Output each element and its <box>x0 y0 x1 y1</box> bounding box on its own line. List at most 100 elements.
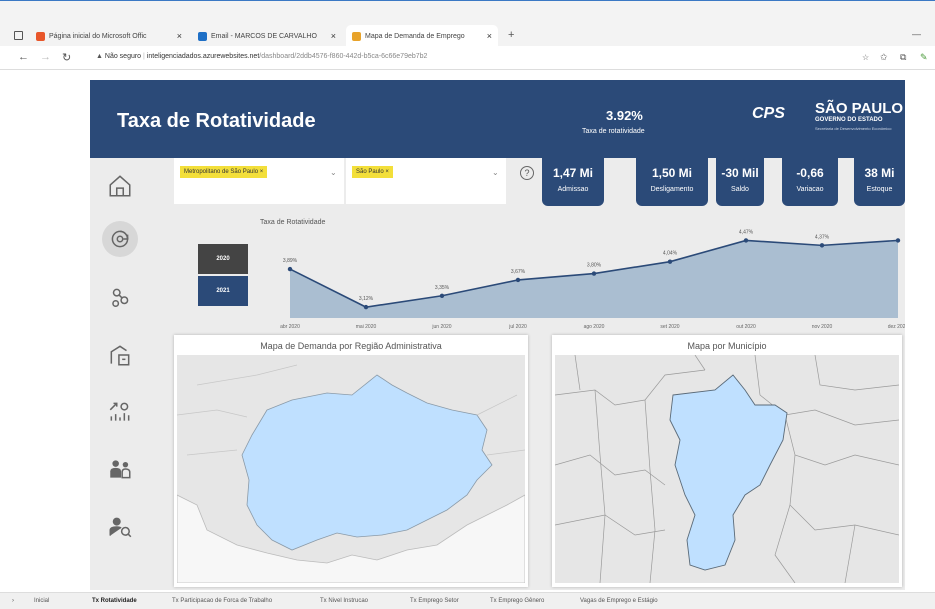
chart-tick-label: jun 2020 <box>431 324 451 330</box>
chart-data-label: 4,47% <box>739 229 754 235</box>
page-tab[interactable]: Tx Participacao de Forca de Trabalho <box>172 598 272 604</box>
close-tab-icon[interactable]: × <box>487 31 492 41</box>
map-title: Mapa de Demanda por Região Administrativ… <box>260 341 442 351</box>
refresh-icon[interactable]: ↻ <box>62 51 71 64</box>
chart-data-label: 4,04% <box>663 251 678 257</box>
report-canvas: Taxa de Rotatividade 3.92% Taxa de rotat… <box>90 80 905 590</box>
browser-tab-strip: Página inicial do Microsoft Offic × Emai… <box>0 0 935 47</box>
close-tab-icon[interactable]: × <box>331 31 336 41</box>
chart-tick-label: mai 2020 <box>356 324 377 330</box>
kpi-label: Estoque <box>866 186 893 193</box>
year-button-2021[interactable]: 2021 <box>198 276 248 306</box>
region-filter[interactable]: Metropolitano de São Paulo × ⌄ <box>174 158 344 204</box>
chart-data-label: 3,67% <box>511 269 526 275</box>
chart-point[interactable] <box>667 259 673 264</box>
chart-tick-label: set 2020 <box>660 324 679 330</box>
headline-label: Taxa de rotatividade <box>582 128 645 135</box>
security-label: Não seguro <box>104 53 142 60</box>
home-icon[interactable] <box>106 172 134 200</box>
chart-point[interactable] <box>287 266 293 272</box>
map-card-region: Mapa de Demanda por Região Administrativ… <box>174 335 528 587</box>
close-tab-icon[interactable]: × <box>177 31 182 41</box>
kpi-value: 1,47 Mi <box>552 166 594 180</box>
chart-point[interactable] <box>439 293 445 298</box>
chart-tick-label: dez 2020 <box>888 324 905 330</box>
gender-icon[interactable] <box>106 455 134 483</box>
kpi-variacao: -0,66 Variacao <box>782 158 838 206</box>
governo-logo-text: GOVERNO DO ESTADO <box>815 117 883 123</box>
chart-point[interactable] <box>819 243 825 248</box>
page-tab[interactable]: Tx Nivel Instrucao <box>320 598 368 604</box>
headline-value: 3.92% <box>606 108 643 123</box>
report-page-tabs: › Inicial Tx Rotatividade Tx Participaca… <box>0 592 935 609</box>
browser-tab-active[interactable]: Mapa de Demanda de Emprego × <box>346 25 498 47</box>
chart-tick-label: jul 2020 <box>508 324 527 330</box>
turnover-icon[interactable] <box>102 221 138 257</box>
browser-tab-label: Página inicial do Microsoft Offic <box>49 32 147 40</box>
kpi-estoque: 38 Mi Estoque <box>854 158 905 206</box>
chart-point[interactable] <box>515 277 521 283</box>
collections-icon[interactable]: ⧉ <box>900 52 906 63</box>
chart-data-label: 3,89% <box>283 258 298 264</box>
job-search-icon[interactable] <box>106 513 134 541</box>
kpi-label: Desligamento <box>650 186 694 193</box>
city-filter-chip[interactable]: São Paulo × <box>352 166 393 178</box>
region-map[interactable] <box>177 355 525 583</box>
page-tab[interactable]: Inicial <box>34 598 49 604</box>
browser-tab-label: Email - MARCOS DE CARVALHO <box>211 32 317 40</box>
kpi-desligamento: 1,50 Mi Desligamento <box>636 158 708 206</box>
sector-icon[interactable] <box>106 398 134 426</box>
page-tab-nav-icon[interactable]: › <box>12 598 14 604</box>
page-tab[interactable]: Vagas de Emprego e Estágio <box>580 598 658 604</box>
report-header: Taxa de Rotatividade 3.92% Taxa de rotat… <box>90 80 905 158</box>
region-filter-chip[interactable]: Metropolitano de São Paulo × <box>180 166 268 178</box>
education-icon[interactable] <box>106 341 134 369</box>
chart-point[interactable] <box>895 238 901 243</box>
sidebar <box>90 158 150 590</box>
url-path: /dashboard/2ddb4576-f860-442d-b5ca-6c66e… <box>259 53 428 60</box>
secretaria-logo-text: Secretaria de Desenvolvimento Econômico <box>815 126 892 131</box>
office-favicon-icon <box>36 31 45 41</box>
browser-tab[interactable]: Email - MARCOS DE CARVALHO × <box>192 25 342 47</box>
url-field[interactable]: ▲ Não seguro | inteligenciadados.azurewe… <box>96 53 427 60</box>
kpi-saldo: -30 Mil Saldo <box>716 158 764 206</box>
city-filter[interactable]: São Paulo × ⌄ <box>346 158 506 204</box>
minimize-button[interactable]: — <box>912 29 921 39</box>
warning-icon: ▲ <box>96 53 103 60</box>
kpi-admissao: 1,47 Mi Admissao <box>542 158 604 206</box>
region-filter-value: Metropolitano de São Paulo <box>184 169 259 175</box>
municipio-map[interactable] <box>555 355 899 583</box>
page-tab-active[interactable]: Tx Rotatividade <box>92 598 137 604</box>
map-title: Mapa por Município <box>687 341 767 351</box>
new-tab-button[interactable]: + <box>508 29 514 41</box>
browser-tab-label: Mapa de Demanda de Emprego <box>365 32 465 40</box>
chart-point[interactable] <box>743 238 749 243</box>
kpi-value: -0,66 <box>796 166 824 180</box>
read-aloud-icon[interactable]: ☆ <box>862 53 869 62</box>
workforce-icon[interactable] <box>106 283 134 311</box>
chart-tick-label: nov 2020 <box>812 324 833 330</box>
chart-point[interactable] <box>363 304 369 310</box>
chart-data-label: 4,37% <box>815 234 830 240</box>
year-button-2020[interactable]: 2020 <box>198 244 248 274</box>
cps-logo: CPS <box>752 105 785 122</box>
extension-icon[interactable]: ✎ <box>920 52 928 63</box>
chevron-down-icon[interactable]: ⌄ <box>330 168 337 177</box>
kpi-label: Admissao <box>557 186 589 193</box>
chevron-down-icon[interactable]: ⌄ <box>492 168 499 177</box>
chart-tick-label: ago 2020 <box>584 324 605 330</box>
favorites-icon[interactable]: ✩ <box>880 52 888 63</box>
tab-actions-icon[interactable] <box>14 31 23 40</box>
page-tab[interactable]: Tx Emprego Gênero <box>490 598 544 604</box>
chart-tick-label: abr 2020 <box>280 324 300 330</box>
help-button[interactable]: ? <box>520 166 534 180</box>
page-tab[interactable]: Tx Emprego Setor <box>410 598 459 604</box>
forward-arrow-icon[interactable]: → <box>40 51 51 63</box>
browser-tab[interactable]: Página inicial do Microsoft Offic × <box>30 25 188 47</box>
kpi-label: Variacao <box>796 186 824 193</box>
kpi-label: Saldo <box>731 186 749 193</box>
kpi-value: -30 Mil <box>721 166 759 180</box>
chart-point[interactable] <box>591 271 597 276</box>
chart-data-label: 3,35% <box>435 285 450 291</box>
back-arrow-icon[interactable]: ← <box>18 51 29 63</box>
